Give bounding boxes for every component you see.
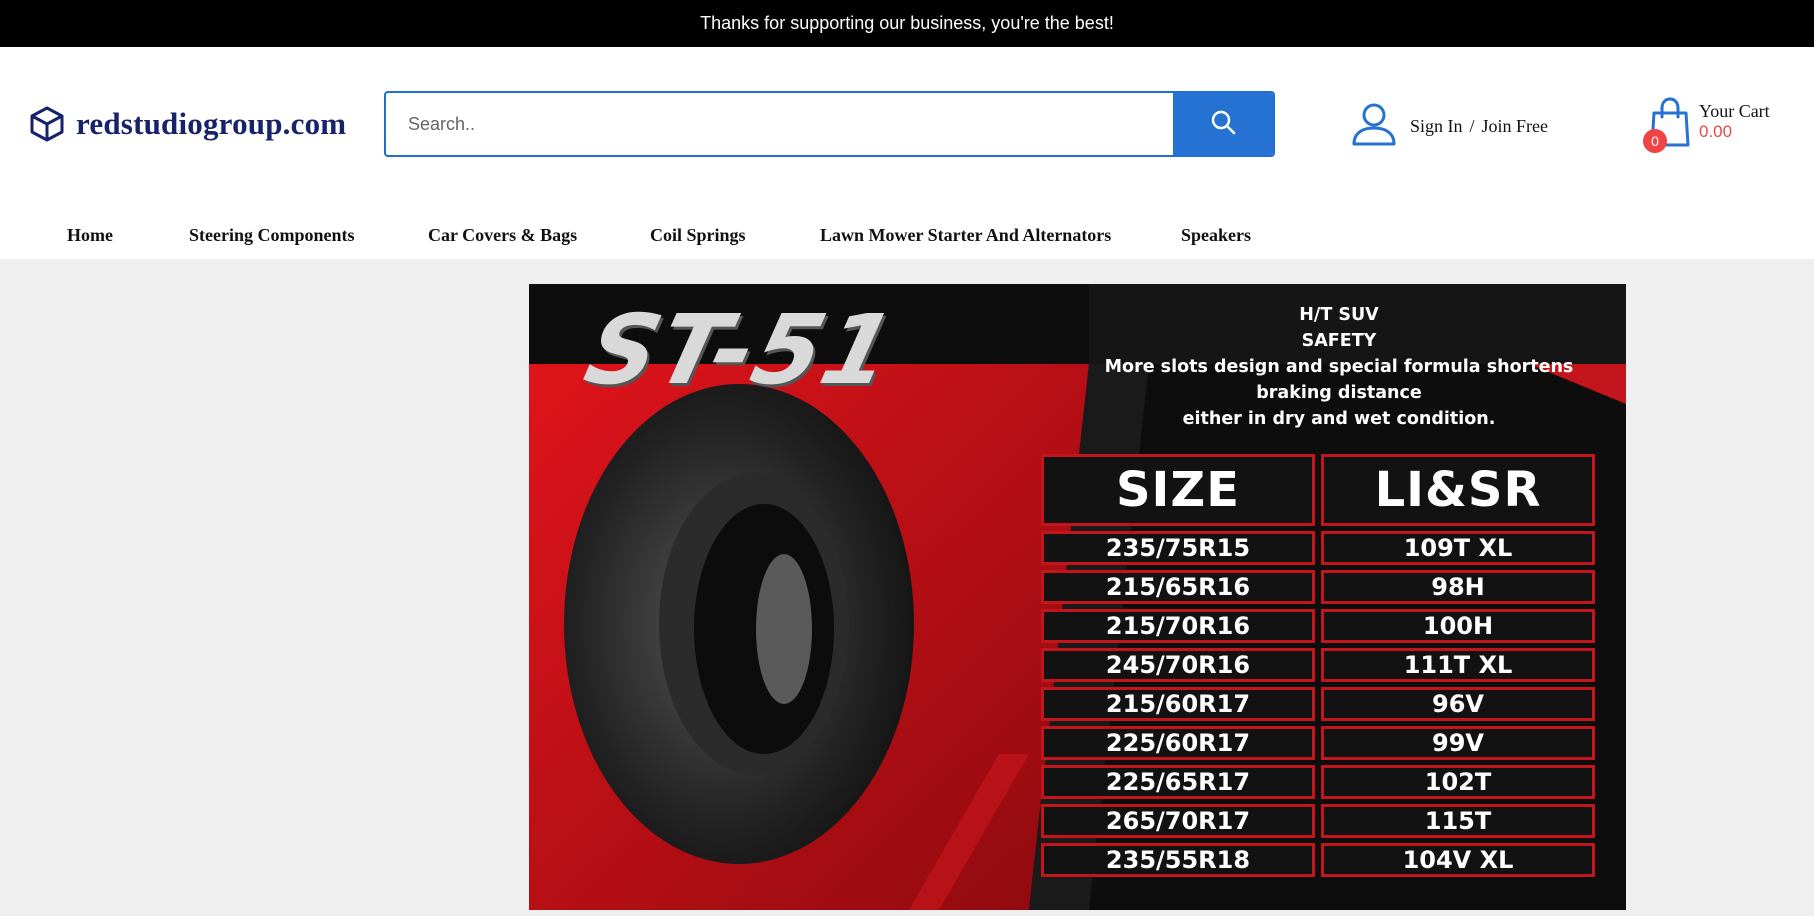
size-cell: 215/70R16 (1041, 609, 1315, 643)
nav-item-car-covers-bags[interactable]: Car Covers & Bags (428, 225, 577, 246)
search-bar (384, 91, 1275, 157)
spec-line-3: More slots design and special formula sh… (1104, 357, 1574, 377)
search-input[interactable] (386, 93, 1173, 155)
site-logo[interactable]: redstudiogroup.com (28, 105, 346, 143)
cart-label: Your Cart (1699, 101, 1770, 121)
li-sr-cell: 111T XL (1321, 648, 1595, 682)
cart-count-badge: 0 (1643, 129, 1667, 153)
li-sr-cell: 102T (1321, 765, 1595, 799)
product-banner-image[interactable]: ST-51 H/T SUV SAFETY More slots design a… (529, 284, 1626, 910)
table-header-row: SIZE LI&SR (1041, 454, 1601, 526)
cube-icon (28, 105, 66, 143)
li-sr-cell: 96V (1321, 687, 1595, 721)
account-separator: / (1469, 116, 1475, 136)
account-area: Sign In / Join Free (1350, 102, 1548, 151)
nav-item-speakers[interactable]: Speakers (1181, 225, 1251, 246)
table-row: 245/70R16 111T XL (1041, 648, 1601, 682)
main-nav: Home Steering Components Car Covers & Ba… (0, 215, 1814, 259)
cart-total: 0.00 (1699, 122, 1733, 141)
table-row: 215/65R16 98H (1041, 570, 1601, 604)
table-row: 225/65R17 102T (1041, 765, 1601, 799)
nav-item-lawn-mower[interactable]: Lawn Mower Starter And Alternators (820, 225, 1111, 246)
join-free-link[interactable]: Join Free (1482, 116, 1549, 137)
nav-item-home[interactable]: Home (67, 225, 113, 246)
table-header-size: SIZE (1041, 454, 1315, 526)
li-sr-cell: 99V (1321, 726, 1595, 760)
table-row: 215/60R17 96V (1041, 687, 1601, 721)
size-cell: 235/55R18 (1041, 843, 1315, 877)
size-cell: 265/70R17 (1041, 804, 1315, 838)
nav-item-steering-components[interactable]: Steering Components (189, 225, 355, 246)
size-cell: 215/65R16 (1041, 570, 1315, 604)
user-icon[interactable] (1350, 102, 1398, 151)
li-sr-cell: 115T (1321, 804, 1595, 838)
table-row: 235/75R15 109T XL (1041, 531, 1601, 565)
spec-line-1: H/T SUV (1299, 305, 1379, 325)
spec-line-2: SAFETY (1301, 331, 1377, 351)
search-icon (1210, 109, 1236, 140)
logo-text: redstudiogroup.com (76, 106, 347, 141)
spec-line-4: braking distance (1256, 383, 1422, 403)
nav-item-coil-springs[interactable]: Coil Springs (650, 225, 746, 246)
search-button[interactable] (1173, 93, 1273, 155)
size-cell: 245/70R16 (1041, 648, 1315, 682)
table-row: 265/70R17 115T (1041, 804, 1601, 838)
size-cell: 215/60R17 (1041, 687, 1315, 721)
li-sr-cell: 100H (1321, 609, 1595, 643)
size-cell: 225/65R17 (1041, 765, 1315, 799)
li-sr-cell: 104V XL (1321, 843, 1595, 877)
size-cell: 235/75R15 (1041, 531, 1315, 565)
cart-widget[interactable]: 0 Your Cart 0.00 (1643, 97, 1803, 157)
li-sr-cell: 98H (1321, 570, 1595, 604)
table-header-li-sr: LI&SR (1321, 454, 1595, 526)
announcement-text: Thanks for supporting our business, you'… (700, 13, 1114, 33)
table-row: 225/60R17 99V (1041, 726, 1601, 760)
size-cell: 225/60R17 (1041, 726, 1315, 760)
announcement-bar: Thanks for supporting our business, you'… (0, 0, 1814, 47)
spec-line-5: either in dry and wet condition. (1182, 409, 1496, 429)
li-sr-cell: 109T XL (1321, 531, 1595, 565)
table-row: 235/55R18 104V XL (1041, 843, 1601, 877)
size-table: SIZE LI&SR 235/75R15 109T XL 215/65R16 9… (1041, 454, 1601, 882)
site-header: redstudiogroup.com Sign In / Join Free (0, 47, 1814, 259)
sign-in-link[interactable]: Sign In (1410, 116, 1463, 137)
table-row: 215/70R16 100H (1041, 609, 1601, 643)
model-name: ST-51 (575, 294, 907, 406)
